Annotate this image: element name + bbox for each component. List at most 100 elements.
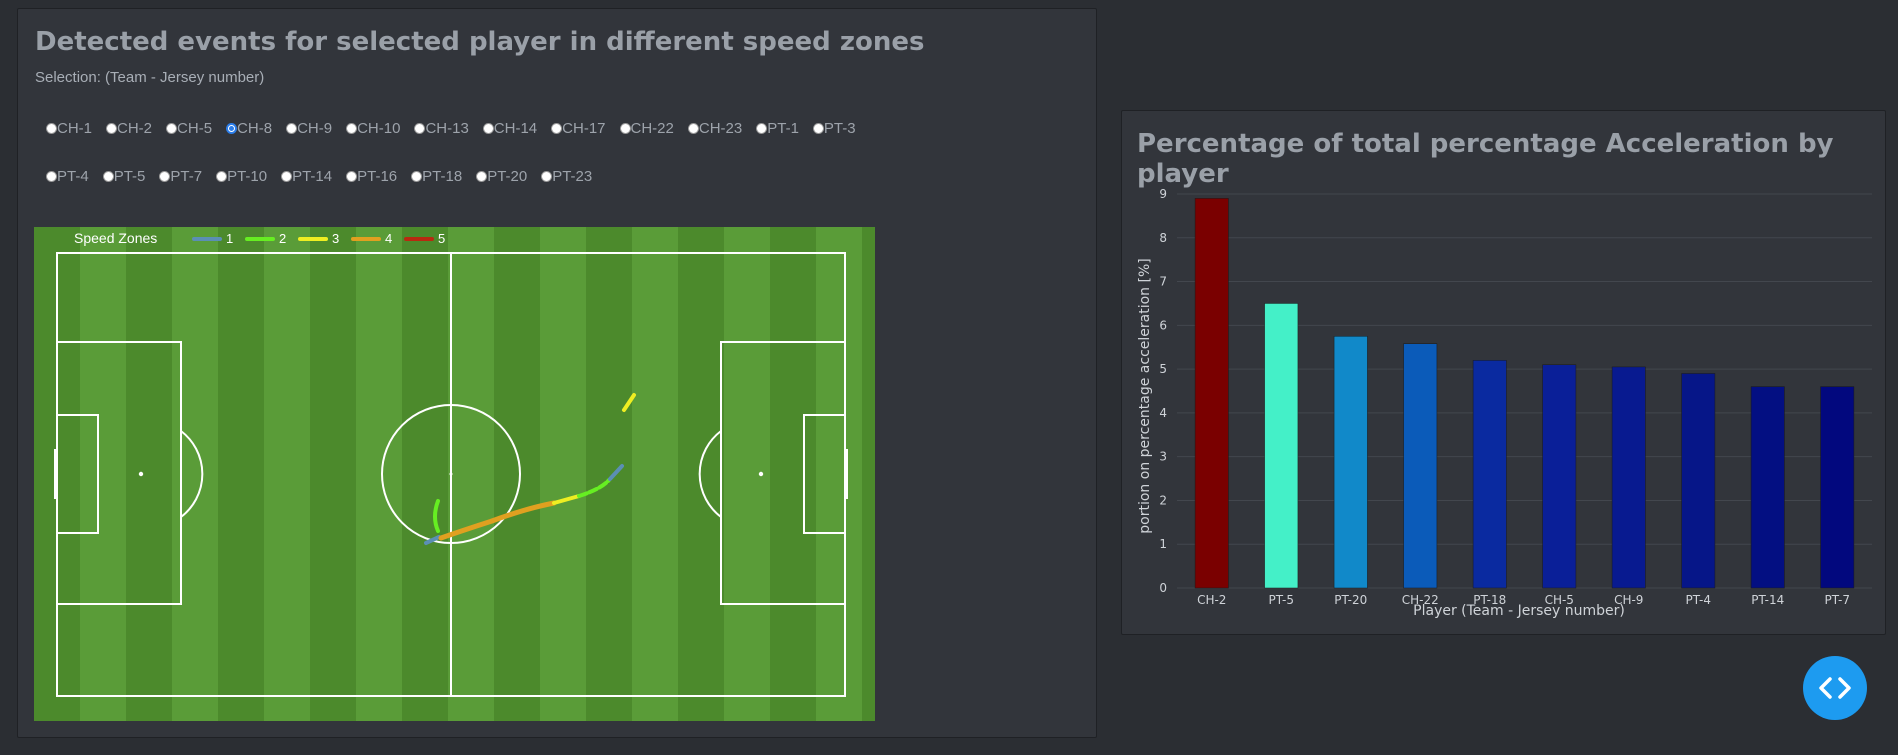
pitch-svg: Speed Zones 1 2 3 4 5 [34,227,875,721]
bar-pt-4[interactable] [1681,373,1716,589]
radio-button[interactable] [226,123,238,134]
x-tick-label: PT-14 [1751,593,1784,607]
player-radio-pt-16[interactable]: PT-16 [346,168,397,185]
player-radio-pt-20[interactable]: PT-20 [476,168,527,185]
player-radio-group-row2: PT-4 PT-5 PT-7 PT-10 PT-14 PT-16 PT-18 PT-20 PT-… [46,168,606,185]
radio-label: CH-2 [117,120,153,137]
radio-label: PT-18 [422,168,463,185]
bar-ch-9[interactable] [1611,366,1646,589]
speed-zones-panel: Detected events for selected player in d… [17,8,1097,738]
bar-ch-22[interactable] [1403,343,1438,589]
radio-button[interactable] [46,123,57,134]
x-axis-label: Player (Team - Jersey number) [1413,603,1625,619]
bar-ch-5[interactable] [1542,364,1577,589]
panel-title: Detected events for selected player in d… [35,27,925,57]
radio-button[interactable] [46,171,57,182]
y-tick-label: 4 [1159,406,1167,420]
y-tick-label: 2 [1159,493,1167,507]
radio-button[interactable] [687,123,699,134]
radio-button[interactable] [346,123,358,134]
radio-button[interactable] [756,123,768,134]
radio-button[interactable] [281,171,293,182]
legend-label: 5 [438,231,445,246]
radio-button[interactable] [286,123,298,134]
legend-title: Speed Zones [74,230,157,246]
acceleration-chart-panel: Percentage of total percentage Accelerat… [1121,110,1886,635]
radio-label: CH-5 [177,120,213,137]
bar-pt-7[interactable] [1820,386,1855,589]
legend-label: 3 [332,231,339,246]
player-radio-ch-17[interactable]: CH-17 [551,120,606,137]
radio-button[interactable] [619,123,631,134]
player-radio-pt-18[interactable]: PT-18 [411,168,462,185]
bar-ch-2[interactable] [1194,198,1229,589]
radio-label: CH-17 [562,120,606,137]
radio-button[interactable] [159,171,171,182]
player-radio-ch-14[interactable]: CH-14 [482,120,537,137]
player-radio-pt-3[interactable]: PT-3 [812,120,856,137]
radio-label: PT-16 [357,168,398,185]
radio-button[interactable] [102,171,114,182]
bar-pt-5[interactable] [1264,303,1299,589]
bar-chart: 0123456789 CH-2 PT-5 PT-20 CH-22 PT-18 CH-5 CH… [1137,187,1872,619]
x-tick-label: PT-5 [1269,593,1294,607]
y-tick-label: 6 [1159,318,1167,332]
player-radio-group-row1: CH-1 CH-2 CH-5 CH-8 CH-9 CH-10 CH-13 CH-14 CH-17… [46,120,870,137]
radio-label: PT-23 [552,168,593,185]
player-radio-ch-22[interactable]: CH-22 [619,120,674,137]
radio-button[interactable] [476,171,488,182]
player-radio-pt-10[interactable]: PT-10 [216,168,267,185]
radio-label: CH-1 [57,120,93,137]
radio-label: PT-10 [227,168,268,185]
legend-label: 1 [226,231,233,246]
player-radio-pt-7[interactable]: PT-7 [159,168,202,185]
player-radio-pt-1[interactable]: PT-1 [756,120,799,137]
x-tick-label: PT-20 [1334,593,1367,607]
player-radio-pt-4[interactable]: PT-4 [46,168,89,185]
player-radio-ch-8[interactable]: CH-8 [226,120,272,137]
player-radio-ch-5[interactable]: CH-5 [166,120,212,137]
radio-label: CH-22 [630,120,674,137]
legend-label: 4 [385,231,392,246]
radio-button[interactable] [346,171,358,182]
radio-button[interactable] [216,171,228,182]
y-tick-label: 0 [1159,581,1167,595]
player-radio-pt-5[interactable]: PT-5 [102,168,145,185]
radio-label: CH-10 [357,120,401,137]
player-radio-pt-14[interactable]: PT-14 [281,168,332,185]
radio-button[interactable] [106,123,118,134]
radio-button[interactable] [551,123,563,134]
radio-button[interactable] [414,123,426,134]
y-axis-label: portion on percentage acceleration [%] [1137,258,1153,533]
y-tick-label: 9 [1159,187,1167,201]
radio-button[interactable] [812,123,824,134]
bar-pt-18[interactable] [1472,360,1507,589]
bar-pt-14[interactable] [1750,386,1785,589]
radio-label: PT-20 [487,168,528,185]
bar-pt-20[interactable] [1333,336,1368,589]
radio-button[interactable] [411,171,423,182]
football-pitch: Speed Zones 1 2 3 4 5 [34,227,875,721]
player-radio-ch-10[interactable]: CH-10 [346,120,400,137]
player-radio-ch-9[interactable]: CH-9 [286,120,332,137]
player-radio-ch-13[interactable]: CH-13 [414,120,469,137]
radio-label: PT-4 [57,168,89,185]
radio-button[interactable] [541,171,553,182]
radio-button[interactable] [166,123,178,134]
player-radio-ch-2[interactable]: CH-2 [106,120,152,137]
y-tick-label: 3 [1159,450,1167,464]
x-tick-label: PT-4 [1686,593,1711,607]
radio-label: PT-3 [823,120,856,137]
radio-label: PT-7 [170,168,203,185]
player-radio-ch-23[interactable]: CH-23 [687,120,742,137]
x-tick-label: PT-7 [1825,593,1850,607]
selection-label: Selection: (Team - Jersey number) [35,69,265,86]
y-axis-ticks: 0 1 2 3 4 5 6 7 8 9 [1159,187,1167,595]
player-radio-ch-1[interactable]: CH-1 [46,120,92,137]
code-icon [1819,677,1851,699]
radio-button[interactable] [482,123,494,134]
player-radio-pt-23[interactable]: PT-23 [541,168,592,185]
pitch-stripes [80,227,862,721]
code-toggle-button[interactable] [1803,656,1867,720]
radio-label: CH-13 [425,120,469,137]
